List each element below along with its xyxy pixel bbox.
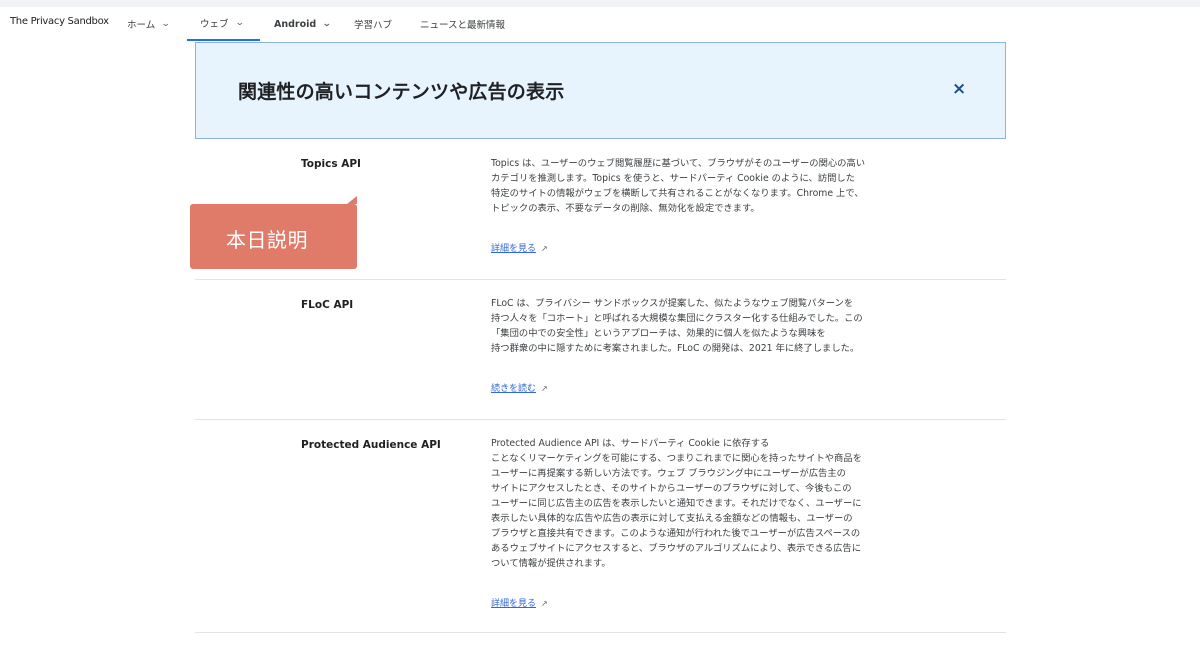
- nav-item-label: ウェブ: [200, 19, 229, 30]
- callout-label: 本日説明: [226, 228, 308, 252]
- description-line: ことなくリマーケティングを可能にする、つまりこれまでに関心を持ったサイトや商品を: [491, 453, 862, 464]
- brand-logo[interactable]: The Privacy Sandbox: [10, 16, 109, 27]
- nav-item-android[interactable]: Android ⌄: [274, 7, 332, 41]
- external-link-icon: ↗: [541, 599, 548, 608]
- close-icon[interactable]: ×: [952, 79, 966, 99]
- top-strip: [0, 0, 1200, 7]
- nav-item-label: Android: [274, 18, 317, 30]
- description-line: ユーザーに再提案する新しい方法です。ウェブ ブラウジング中にユーザーが広告主の: [491, 468, 846, 479]
- nav-item-home[interactable]: ホーム ⌄: [127, 7, 171, 41]
- nav-item-learning-hub[interactable]: 学習ハブ: [354, 7, 392, 41]
- api-description: Topics は、ユーザーのウェブ閲覧履歴に基づいて、ブラウザがそのユーザーの関…: [491, 156, 903, 216]
- description-line: トピックの表示、不要なデータの削除、無効化を設定できます。: [491, 203, 760, 214]
- api-title: FLoC API: [301, 299, 354, 311]
- banner-title: 関連性の高いコンテンツや広告の表示: [238, 81, 565, 103]
- api-row-floc: FLoC API FLoC は、プライバシー サンドボックスが提案した、似たよう…: [195, 280, 1006, 420]
- description-line: ついて情報が提供されます。: [491, 558, 611, 569]
- nav-item-label: ホーム: [127, 20, 156, 31]
- nav-item-news[interactable]: ニュースと最新情報: [420, 7, 505, 41]
- description-line: サイトにアクセスしたとき、そのサイトからユーザーのブラウザに対して、今後もこの: [491, 483, 852, 494]
- link-label: 続きを読む: [491, 384, 537, 394]
- description-line: 特定のサイトの情報がウェブを横断して共有されることがなくなります。Chrome …: [491, 188, 864, 199]
- external-link-icon: ↗: [541, 384, 548, 393]
- api-description: Protected Audience API は、サードパーティ Cookie …: [491, 436, 903, 571]
- description-line: 表示したい具体的な広告や広告の表示に対して支払える金額などの情報も、ユーザーの: [491, 513, 853, 524]
- chevron-down-icon: ⌄: [161, 19, 171, 29]
- description-line: 「集団の中での安全性」というアプローチは、効果的に個人を似たような興味を: [491, 328, 826, 339]
- description-line: 持つ群衆の中に隠すために考案されました。FLoC の開発は、2021 年に終了し…: [491, 343, 860, 354]
- external-link-icon: ↗: [541, 244, 548, 253]
- annotation-callout: 本日説明: [190, 196, 357, 269]
- description-line: ブラウザと直接共有できます。このような通知が行われた後でユーザーが広告スペースの: [491, 528, 861, 539]
- details-link[interactable]: 詳細を見る ↗: [491, 596, 548, 609]
- api-row-protected-audience: Protected Audience API Protected Audienc…: [195, 420, 1006, 633]
- description-line: Topics は、ユーザーのウェブ閲覧履歴に基づいて、ブラウザがそのユーザーの関…: [491, 158, 866, 169]
- details-link[interactable]: 詳細を見る ↗: [491, 241, 548, 254]
- link-label: 詳細を見る: [491, 244, 537, 254]
- description-line: 持つ人々を「コホート」と呼ばれる大規模な集団にクラスター化する仕組みでした。この: [491, 313, 863, 324]
- top-navigation: The Privacy Sandbox ホーム ⌄ ウェブ ⌄ Android …: [0, 7, 1200, 41]
- api-title: Topics API: [301, 158, 361, 170]
- link-label: 詳細を見る: [491, 599, 537, 609]
- chevron-down-icon: ⌄: [322, 19, 332, 29]
- description-line: あるウェブサイトにアクセスすると、ブラウザのアルゴリズムにより、表示できる広告に: [491, 543, 862, 554]
- chevron-down-icon: ⌄: [234, 18, 245, 28]
- description-line: Protected Audience API は、サードパーティ Cookie …: [491, 438, 770, 449]
- api-title: Protected Audience API: [301, 439, 441, 451]
- section-banner: 関連性の高いコンテンツや広告の表示 ×: [195, 42, 1006, 139]
- description-line: カテゴリを推測します。Topics を使うと、サードパーティ Cookie のよ…: [491, 173, 856, 184]
- nav-item-web[interactable]: ウェブ ⌄: [187, 7, 260, 41]
- read-more-link[interactable]: 続きを読む ↗: [491, 381, 548, 394]
- description-line: ユーザーに同じ広告主の広告を表示したいと通知できます。それだけでなく、ユーザーに: [491, 498, 862, 509]
- nav-item-label: 学習ハブ: [354, 20, 393, 31]
- description-line: FLoC は、プライバシー サンドボックスが提案した、似たようなウェブ閲覧パター…: [491, 298, 854, 309]
- api-description: FLoC は、プライバシー サンドボックスが提案した、似たようなウェブ閲覧パター…: [491, 296, 903, 356]
- nav-item-label: ニュースと最新情報: [420, 20, 506, 31]
